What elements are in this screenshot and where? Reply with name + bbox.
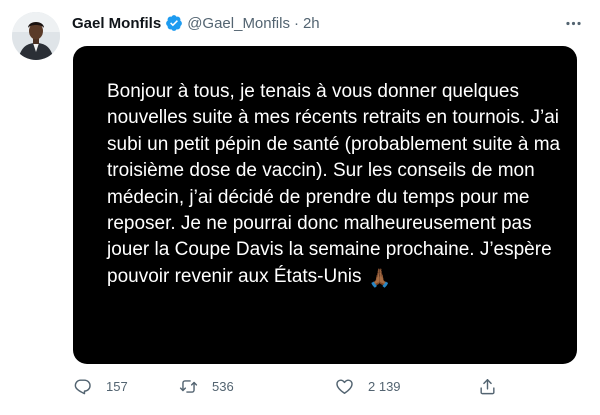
heart-icon <box>336 378 353 394</box>
retweet-count: 536 <box>212 378 234 394</box>
tweet-header: Gael Monfils @Gael_Monfils · 2h <box>72 12 560 34</box>
author-name[interactable]: Gael Monfils <box>72 15 161 32</box>
tweet-timestamp[interactable]: 2h <box>303 15 320 32</box>
tweet-media-image[interactable]: Bonjour à tous, je tenais à vous donner … <box>73 46 577 364</box>
header-separator: · <box>293 14 299 32</box>
verified-badge-icon <box>166 15 183 31</box>
author-handle[interactable]: @Gael_Monfils <box>187 15 290 32</box>
media-statement: Bonjour à tous, je tenais à vous donner … <box>107 79 567 290</box>
avatar[interactable] <box>12 12 60 60</box>
praying-hands-emoji: 🙏🏾 <box>368 267 392 288</box>
retweet-button[interactable]: 536 <box>179 374 234 398</box>
reply-button[interactable]: 157 <box>73 374 128 398</box>
media-statement-text: Bonjour à tous, je tenais à vous donner … <box>107 81 561 287</box>
like-count: 2 139 <box>368 378 401 394</box>
retweet-icon <box>179 379 198 393</box>
share-button[interactable] <box>478 374 497 398</box>
like-button[interactable]: 2 139 <box>335 374 401 398</box>
share-icon <box>480 378 495 394</box>
reply-count: 157 <box>106 378 128 394</box>
more-icon-glyph <box>565 21 581 25</box>
more-icon[interactable] <box>560 10 586 36</box>
tweet-actions: 157 536 2 139 <box>73 374 513 398</box>
reply-icon <box>74 378 91 394</box>
avatar-image <box>12 12 60 60</box>
tweet: Gael Monfils @Gael_Monfils · 2h Bonjour … <box>0 0 600 415</box>
